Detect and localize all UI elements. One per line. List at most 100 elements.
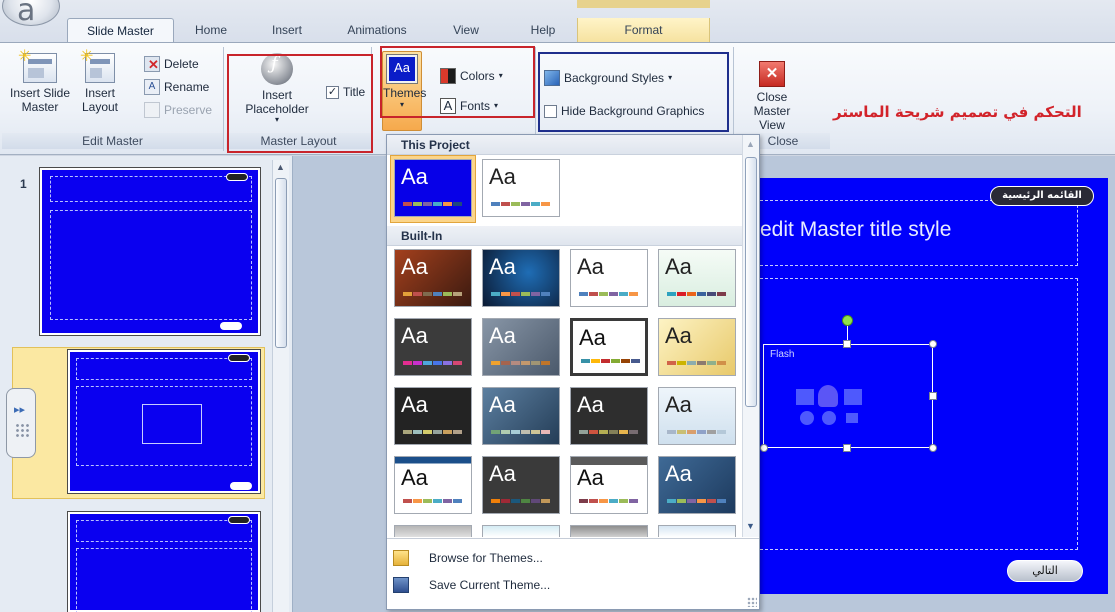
thumb-media-placeholder	[142, 404, 202, 444]
placeholder-label: Flash	[770, 349, 795, 360]
insert-layout-button[interactable]: ✳ Insert Layout	[76, 48, 124, 115]
thumbnail-number: 1	[20, 177, 27, 191]
annotation-text: التحكم في تصميم شريحة الماستر	[833, 103, 1082, 121]
close-master-view-button[interactable]: ✕ Close Master View	[742, 61, 802, 132]
tab-home[interactable]: Home	[186, 18, 236, 42]
preserve-button[interactable]: Preserve	[144, 101, 212, 119]
expand-arrows-icon: ▸▸	[14, 404, 26, 416]
thumb-home-pill	[226, 173, 248, 181]
save-current-theme-item[interactable]: Save Current Theme...	[387, 572, 759, 598]
media-icons-group	[796, 385, 868, 429]
theme-tile-builtin[interactable]: Aa	[570, 318, 648, 376]
rotation-handle[interactable]	[842, 315, 853, 326]
clipart-icon	[822, 411, 836, 425]
theme-color-bars	[403, 499, 462, 503]
theme-tile-builtin[interactable]: Aa	[394, 249, 472, 307]
theme-tile-current[interactable]: Aa	[394, 159, 472, 217]
thumb-title-placeholder	[50, 176, 252, 202]
thumb-next-pill	[230, 482, 252, 490]
tab-help[interactable]: Help	[523, 18, 563, 42]
smartart-icon	[844, 389, 862, 405]
theme-tile-builtin[interactable]: Aa	[482, 387, 560, 445]
theme-tile-builtin[interactable]: Aa	[482, 456, 560, 514]
theme-tile-builtin[interactable]: Aa	[658, 456, 736, 514]
rename-button[interactable]: A Rename	[144, 78, 209, 96]
gallery-scroll-thumb[interactable]	[745, 157, 757, 407]
office-logo-icon: a	[17, 0, 36, 28]
thumbnail-layout-1[interactable]	[67, 349, 261, 494]
theme-tile-builtin[interactable]: Aa	[394, 387, 472, 445]
resize-handle[interactable]	[929, 444, 937, 452]
thumbnail-scrollbar[interactable]: ▲	[272, 160, 289, 612]
menu-separator	[387, 538, 759, 539]
resize-handle[interactable]	[843, 340, 851, 348]
thumbnail-layout-2[interactable]	[67, 511, 261, 612]
delete-button[interactable]: ✕ Delete	[144, 55, 199, 73]
theme-tile-builtin[interactable]: Aa	[482, 249, 560, 307]
thumb-next-pill	[220, 322, 242, 330]
theme-tile-builtin-partial[interactable]	[394, 525, 472, 537]
tab-animations[interactable]: Animations	[336, 18, 418, 42]
flash-placeholder[interactable]: Flash	[763, 344, 933, 448]
theme-tile-builtin[interactable]: Aa	[658, 249, 736, 307]
section-header-this-project: This Project	[387, 135, 745, 155]
resize-handle[interactable]	[929, 340, 937, 348]
thumbnail-scroll-thumb[interactable]	[275, 178, 287, 348]
group-edit-master: ✳ Insert Slide Master ✳ Insert Layout ✕ …	[2, 47, 224, 151]
collapse-pane-handle[interactable]: ▸▸	[6, 388, 36, 458]
gallery-scrollbar[interactable]: ▲ ▼	[742, 135, 759, 537]
highlight-background	[538, 52, 729, 132]
theme-tile-builtin[interactable]: Aa	[570, 387, 648, 445]
grip-dots-icon	[15, 423, 29, 437]
theme-tile-text: Aa	[577, 465, 604, 490]
theme-color-bars	[403, 430, 462, 434]
theme-tile-builtin-partial[interactable]	[570, 525, 648, 537]
theme-tile-text: Aa	[401, 323, 428, 348]
theme-color-bars	[667, 499, 726, 503]
theme-color-bars	[579, 499, 638, 503]
theme-tile-builtin[interactable]: Aa	[394, 318, 472, 376]
scroll-down-icon[interactable]: ▼	[746, 521, 755, 531]
resize-handle[interactable]	[929, 392, 937, 400]
theme-tile-builtin[interactable]: Aa	[658, 318, 736, 376]
tab-slide-master[interactable]: Slide Master	[67, 18, 174, 42]
scroll-up-icon[interactable]: ▲	[276, 162, 285, 172]
theme-color-bars	[403, 202, 462, 206]
resize-handle[interactable]	[760, 444, 768, 452]
theme-color-bars	[491, 499, 550, 503]
theme-color-bars	[579, 292, 638, 296]
theme-color-bars	[403, 292, 462, 296]
themes-gallery-dropdown: This Project Aa Aa Built-In Aa Aa Aa Aa …	[386, 134, 760, 610]
theme-tile-project-2[interactable]: Aa	[482, 159, 560, 217]
master-title-text[interactable]: edit Master title style	[760, 218, 951, 242]
theme-tile-text: Aa	[579, 325, 606, 350]
thumbnail-master-slide[interactable]	[39, 167, 261, 336]
rename-label: Rename	[164, 80, 210, 94]
thumb-home-pill	[228, 516, 250, 524]
home-menu-pill[interactable]: القائمه الرئيسية	[990, 186, 1094, 206]
theme-tile-text: Aa	[665, 254, 692, 279]
theme-tile-builtin[interactable]: Aa	[570, 456, 648, 514]
theme-tile-builtin-partial[interactable]	[658, 525, 736, 537]
rename-icon: A	[144, 79, 160, 95]
resize-grip-icon[interactable]	[747, 597, 757, 607]
tab-view[interactable]: View	[446, 18, 486, 42]
theme-tile-text: Aa	[577, 392, 604, 417]
office-button[interactable]: a	[2, 0, 60, 28]
resize-handle[interactable]	[843, 444, 851, 452]
theme-tile-text: Aa	[401, 465, 428, 490]
theme-tile-builtin[interactable]: Aa	[658, 387, 736, 445]
theme-tile-builtin[interactable]: Aa	[482, 318, 560, 376]
theme-tile-builtin[interactable]: Aa	[570, 249, 648, 307]
tab-insert[interactable]: Insert	[262, 18, 312, 42]
theme-tile-builtin-partial[interactable]	[482, 525, 560, 537]
insert-slide-master-button[interactable]: ✳ Insert Slide Master	[8, 48, 72, 115]
theme-color-bars	[667, 292, 726, 296]
browse-for-themes-item[interactable]: Browse for Themes...	[387, 545, 759, 571]
theme-tile-builtin[interactable]: Aa	[394, 456, 472, 514]
save-icon	[393, 577, 409, 593]
scroll-up-icon[interactable]: ▲	[746, 139, 755, 149]
theme-color-bars	[667, 361, 726, 365]
next-button-pill[interactable]: التالي	[1007, 560, 1083, 582]
tab-format[interactable]: Format	[577, 18, 710, 42]
